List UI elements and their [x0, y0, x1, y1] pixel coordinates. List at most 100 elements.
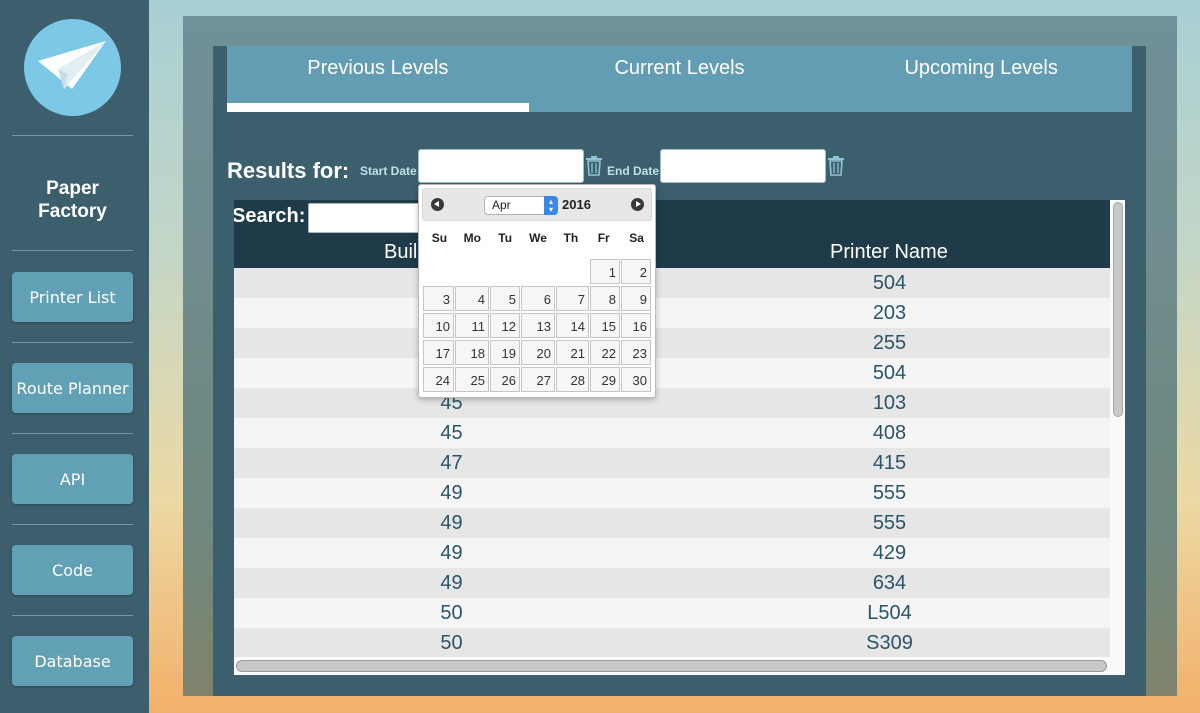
divider	[12, 342, 133, 343]
calendar-day[interactable]: 27	[521, 367, 555, 392]
calendar-day[interactable]: 28	[556, 367, 589, 392]
table-row[interactable]: 49 634	[234, 568, 1110, 598]
calendar-day[interactable]: 20	[521, 340, 555, 365]
weekday-label: Fr	[597, 231, 610, 245]
tab-current-levels[interactable]: Current Levels	[529, 46, 831, 112]
paper-plane-icon	[38, 41, 106, 89]
calendar-grid: 1 2 3 4 5 6 7 8 9 10 11 12 13 14 15 16 17 18 19 20 21 22 23 24 2…	[423, 258, 655, 393]
cell-printer-name: L504	[867, 602, 912, 624]
tab-previous-levels[interactable]: Previous Levels	[227, 46, 529, 112]
table-row[interactable]: 45 408	[234, 418, 1110, 448]
cell-building: 50	[440, 632, 463, 654]
calendar-day[interactable]: 13	[521, 313, 555, 338]
start-date-input[interactable]	[418, 149, 584, 183]
chevron-right-icon[interactable]	[631, 198, 644, 211]
nav-route-planner-button[interactable]: Route Planner	[12, 363, 133, 413]
calendar-day[interactable]: 8	[590, 286, 620, 311]
results-label: Results for:	[227, 158, 350, 183]
calendar-day[interactable]: 25	[455, 367, 489, 392]
datepicker: Apr ▴ ▾ 2016 Su Mo Tu We Th Fr Sa 1 2 3 4 5 6 7 8 9 10 11…	[418, 184, 656, 398]
weekday-label: Tu	[498, 231, 513, 245]
weekday-header: Su Mo Tu We Th Fr Sa	[423, 231, 653, 245]
horizontal-scroll-thumb[interactable]	[236, 660, 1107, 672]
calendar-day[interactable]: 17	[423, 340, 454, 365]
cell-printer-name: 634	[872, 572, 907, 594]
table-row[interactable]: 45 103	[234, 388, 1110, 418]
trash-icon[interactable]	[827, 156, 845, 176]
table-row[interactable]: 50 L504	[234, 598, 1110, 628]
calendar-day[interactable]: 21	[556, 340, 589, 365]
column-header-building[interactable]: Buil	[384, 241, 417, 264]
table-header: Search: Buil Printer Name	[234, 200, 1110, 268]
logo[interactable]	[24, 19, 121, 116]
calendar-day[interactable]: 10	[423, 313, 454, 338]
nav-code-button[interactable]: Code	[12, 545, 133, 595]
calendar-day[interactable]: 5	[490, 286, 520, 311]
calendar-day[interactable]: 7	[556, 286, 589, 311]
table-row[interactable]: 49 555	[234, 508, 1110, 538]
brand-line-1: Paper	[46, 178, 99, 199]
search-label: Search:	[234, 205, 306, 227]
year-label: 2016	[562, 197, 591, 212]
cell-building: 50	[440, 602, 463, 624]
calendar-day[interactable]: 24	[423, 367, 454, 392]
divider	[12, 250, 133, 251]
start-date-label: Start Date	[360, 164, 417, 178]
horizontal-scrollbar[interactable]	[234, 657, 1110, 675]
table-row[interactable]: 504	[234, 358, 1110, 388]
nav-database-button[interactable]: Database	[12, 636, 133, 686]
printer-table: Search: Buil Printer Name 504 203 255 504 45…	[234, 200, 1125, 675]
table-row[interactable]: 47 415	[234, 448, 1110, 478]
select-arrows-icon: ▴ ▾	[544, 196, 558, 215]
column-header-printer-name[interactable]: Printer Name	[830, 241, 948, 264]
calendar-day[interactable]: 18	[455, 340, 489, 365]
table-row[interactable]: 50 S309	[234, 628, 1110, 658]
cell-printer-name: 504	[872, 362, 907, 384]
nav-printer-list-button[interactable]: Printer List	[12, 272, 133, 322]
chevron-left-icon[interactable]	[431, 198, 444, 211]
calendar-day[interactable]: 15	[590, 313, 620, 338]
calendar-day[interactable]: 1	[590, 259, 620, 284]
month-select[interactable]: Apr ▴ ▾	[484, 196, 558, 215]
cell-printer-name: 415	[872, 452, 907, 474]
vertical-scroll-thumb[interactable]	[1113, 202, 1123, 417]
table-row[interactable]: 203	[234, 298, 1110, 328]
calendar-day[interactable]: 9	[621, 286, 651, 311]
level-tabs: Previous Levels Current Levels Upcoming …	[227, 46, 1132, 112]
calendar-day[interactable]: 26	[490, 367, 520, 392]
table-row[interactable]: 504	[234, 268, 1110, 298]
calendar-day[interactable]: 14	[556, 313, 589, 338]
table-row[interactable]: 255	[234, 328, 1110, 358]
weekday-label: We	[529, 231, 547, 245]
trash-icon[interactable]	[585, 156, 603, 176]
calendar-day[interactable]: 29	[590, 367, 620, 392]
calendar-day[interactable]: 22	[590, 340, 620, 365]
cell-building: 49	[440, 512, 463, 534]
vertical-scrollbar[interactable]	[1110, 200, 1125, 675]
table-body: 504 203 255 504 45 103 45 408 47 415 49 555 49 555 49 4…	[234, 268, 1110, 658]
calendar-blank	[455, 259, 489, 284]
calendar-day[interactable]: 19	[490, 340, 520, 365]
table-row[interactable]: 49 555	[234, 478, 1110, 508]
calendar-day[interactable]: 30	[621, 367, 651, 392]
calendar-blank	[521, 259, 555, 284]
calendar-day[interactable]: 2	[621, 259, 651, 284]
end-date-input[interactable]	[660, 149, 826, 183]
calendar-day[interactable]: 23	[621, 340, 651, 365]
calendar-day[interactable]: 11	[455, 313, 489, 338]
cell-printer-name: S309	[866, 632, 913, 654]
calendar-day[interactable]: 6	[521, 286, 555, 311]
nav-api-button[interactable]: API	[12, 454, 133, 504]
divider	[12, 524, 133, 525]
end-date-label: End Date	[607, 164, 660, 178]
table-row[interactable]: 49 429	[234, 538, 1110, 568]
calendar-day[interactable]: 3	[423, 286, 454, 311]
calendar-day[interactable]: 12	[490, 313, 520, 338]
cell-building: 47	[440, 452, 463, 474]
calendar-day[interactable]: 4	[455, 286, 489, 311]
month-select-value: Apr	[492, 198, 511, 212]
cell-building: 49	[440, 572, 463, 594]
sidebar: Paper Factory Printer List Route Planner…	[0, 0, 149, 713]
tab-upcoming-levels[interactable]: Upcoming Levels	[830, 46, 1132, 112]
calendar-day[interactable]: 16	[621, 313, 651, 338]
